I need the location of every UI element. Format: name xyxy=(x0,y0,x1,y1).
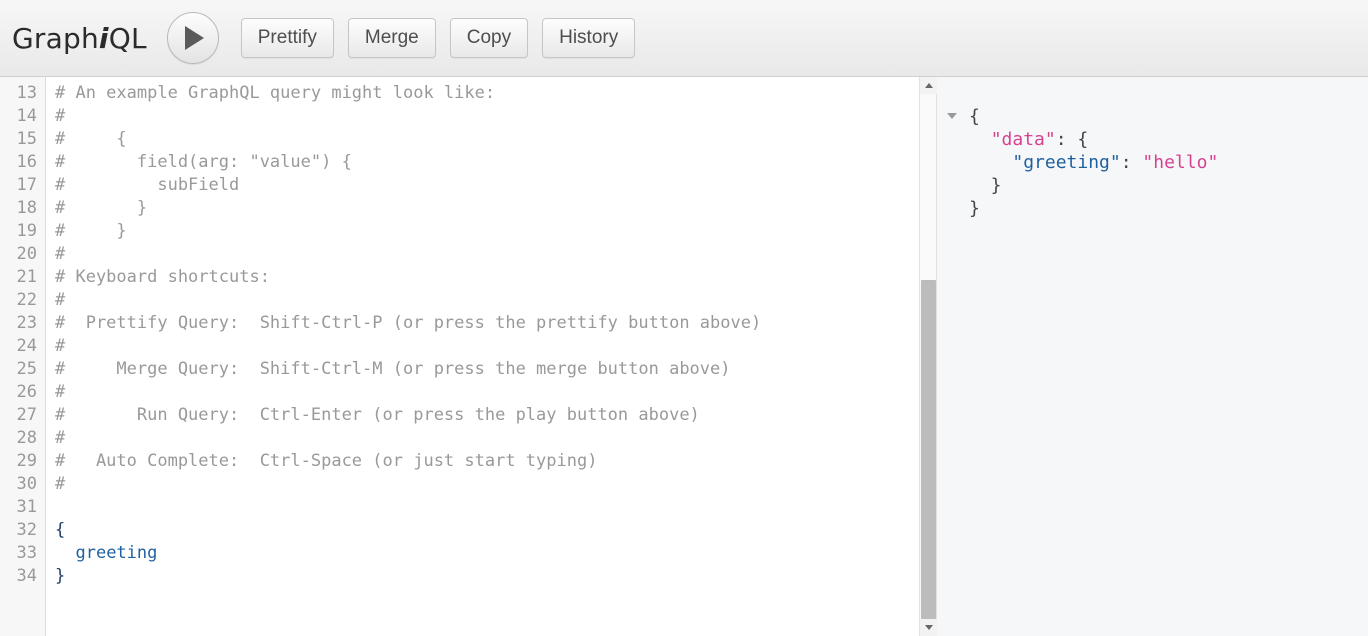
scroll-down-button[interactable] xyxy=(920,619,937,636)
line-number: 21 xyxy=(16,267,37,287)
prettify-button[interactable]: Prettify xyxy=(240,18,334,58)
line-number: 14 xyxy=(16,106,37,126)
result-pane: { "data": { "greeting": "hello" }} xyxy=(937,77,1368,636)
copy-button[interactable]: Copy xyxy=(449,18,529,58)
line-number: 29 xyxy=(16,451,37,471)
line-number: 23 xyxy=(16,313,37,333)
code-line[interactable]: # Auto Complete: Ctrl-Space (or just sta… xyxy=(55,450,936,473)
execute-query-button[interactable] xyxy=(166,12,219,64)
play-icon xyxy=(185,26,205,50)
result-text: : { xyxy=(1055,129,1089,150)
merge-button[interactable]: Merge xyxy=(347,18,436,58)
line-number: 16 xyxy=(16,152,37,172)
scroll-up-button[interactable] xyxy=(920,77,937,94)
triangle-up-icon xyxy=(924,83,933,88)
line-number: 30 xyxy=(16,474,37,494)
line-number: 34 xyxy=(16,566,37,586)
result-text: } xyxy=(969,198,980,219)
line-number: 19 xyxy=(16,221,37,241)
code-line[interactable]: # Prettify Query: Shift-Ctrl-P (or press… xyxy=(55,312,936,335)
line-number: 13 xyxy=(16,83,37,103)
result-text: { xyxy=(969,106,980,127)
line-number: 25 xyxy=(16,359,37,379)
result-line: } xyxy=(969,197,1368,220)
code-line[interactable]: # An example GraphQL query might look li… xyxy=(55,82,936,105)
result-text: : xyxy=(1120,152,1143,173)
line-number: 20 xyxy=(16,244,37,264)
code-line[interactable]: # Keyboard shortcuts: xyxy=(55,266,936,289)
query-field: greeting xyxy=(75,543,158,563)
code-line[interactable]: # { xyxy=(55,128,936,151)
code-line[interactable]: # Run Query: Ctrl-Enter (or press the pl… xyxy=(55,404,936,427)
triangle-down-icon xyxy=(924,625,933,630)
line-number-gutter: 13 14 15 16 17 18 19 20 21 22 23 24 25 26 27 28 29 30 31 32… xyxy=(0,77,46,636)
code-line[interactable]: { xyxy=(55,519,936,542)
logo-prefix: Graph xyxy=(12,21,99,55)
code-line[interactable]: # xyxy=(55,427,936,450)
line-number: 27 xyxy=(16,405,37,425)
code-line[interactable]: # } xyxy=(55,220,936,243)
chevron-down-icon[interactable] xyxy=(947,113,957,119)
code-line[interactable]: # subField xyxy=(55,174,936,197)
query-editor[interactable]: # An example GraphQL query might look li… xyxy=(46,77,936,636)
scrollbar-thumb[interactable] xyxy=(921,280,936,635)
line-number: 32 xyxy=(16,520,37,540)
editor-panes: 13 14 15 16 17 18 19 20 21 22 23 24 25 26 27 28 29 30 31 32… xyxy=(0,77,1368,636)
code-line[interactable]: # } xyxy=(55,197,936,220)
line-number: 22 xyxy=(16,290,37,310)
result-line: "data": { xyxy=(969,128,1368,151)
code-line[interactable]: # xyxy=(55,473,936,496)
code-line[interactable]: greeting xyxy=(55,542,936,565)
code-line[interactable]: } xyxy=(55,565,936,588)
line-number: 18 xyxy=(16,198,37,218)
result-text: } xyxy=(969,175,1002,196)
code-line[interactable]: # xyxy=(55,335,936,358)
query-editor-pane: 13 14 15 16 17 18 19 20 21 22 23 24 25 26 27 28 29 30 31 32… xyxy=(0,77,937,636)
code-line[interactable]: # xyxy=(55,243,936,266)
line-number: 26 xyxy=(16,382,37,402)
result-value: "hello" xyxy=(1142,152,1219,173)
result-fold-gutter xyxy=(937,77,967,636)
code-line[interactable]: # field(arg: "value") { xyxy=(55,151,936,174)
result-key-top: "data" xyxy=(990,129,1056,150)
logo-suffix: QL xyxy=(108,21,147,55)
code-line[interactable]: # xyxy=(55,289,936,312)
result-text xyxy=(969,152,1012,173)
history-button[interactable]: History xyxy=(542,18,636,58)
graphiql-logo: GraphiQL xyxy=(12,22,147,55)
logo-italic-i: i xyxy=(98,21,109,55)
code-line[interactable]: # xyxy=(55,381,936,404)
line-number: 15 xyxy=(16,129,37,149)
result-line: "greeting": "hello" xyxy=(969,151,1368,174)
line-number: 28 xyxy=(16,428,37,448)
editor-scrollbar[interactable] xyxy=(919,77,937,636)
line-number: 17 xyxy=(16,175,37,195)
line-number: 31 xyxy=(16,497,37,517)
line-number: 33 xyxy=(16,543,37,563)
graphiql-app: GraphiQL Prettify Merge Copy History 13 1… xyxy=(0,0,1368,636)
result-line: } xyxy=(969,174,1368,197)
result-line: { xyxy=(969,105,1368,128)
toolbar: GraphiQL Prettify Merge Copy History xyxy=(0,0,1368,77)
result-viewer: { "data": { "greeting": "hello" }} xyxy=(967,77,1368,636)
code-line[interactable]: # xyxy=(55,105,936,128)
result-text xyxy=(969,129,991,150)
line-number: 24 xyxy=(16,336,37,356)
result-key: "greeting" xyxy=(1012,152,1121,173)
code-line[interactable]: # Merge Query: Shift-Ctrl-M (or press th… xyxy=(55,358,936,381)
code-line[interactable] xyxy=(55,496,936,519)
